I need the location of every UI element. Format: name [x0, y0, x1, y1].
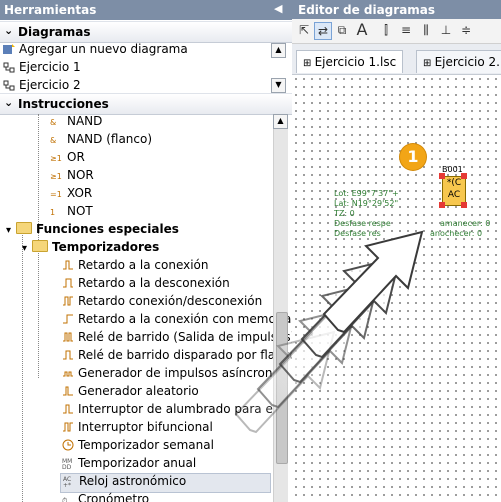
- pointer-arrow-icon: [234, 230, 424, 434]
